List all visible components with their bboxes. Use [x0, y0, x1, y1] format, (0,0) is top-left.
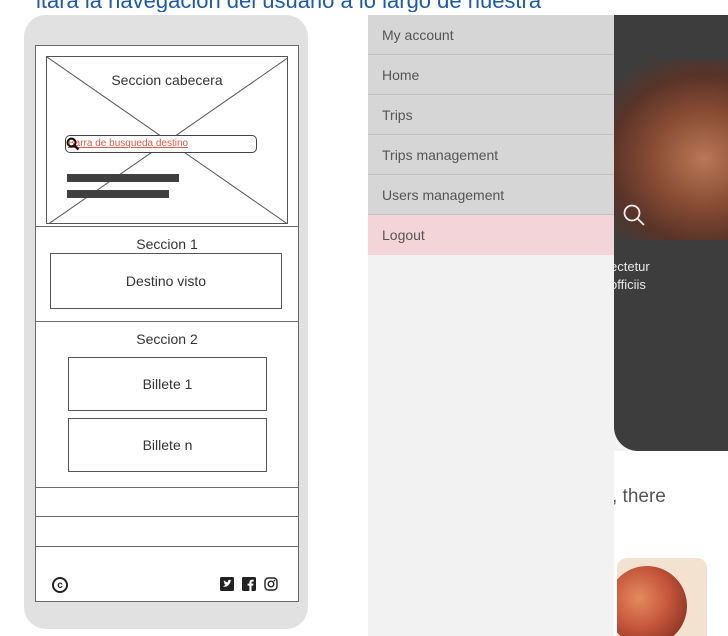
search-icon[interactable] — [66, 137, 80, 151]
instagram-icon[interactable] — [264, 577, 278, 591]
hero-banner: ectetur officiis — [614, 15, 728, 451]
top-caption: itará la navegación del usuario a lo lar… — [0, 0, 728, 12]
menu-item-logout[interactable]: Logout — [368, 215, 614, 255]
menu-item-trips-management[interactable]: Trips management — [368, 135, 614, 175]
divider — [36, 226, 298, 227]
wireframe-screen: Seccion cabecera Barra de busqueda desti… — [35, 45, 299, 602]
wireframe-header-section: Seccion cabecera Barra de busqueda desti… — [46, 56, 288, 224]
screenshot-root: itará la navegación del usuario a lo lar… — [0, 0, 728, 636]
mars-image — [617, 566, 687, 636]
menu-item-home[interactable]: Home — [368, 55, 614, 95]
divider — [36, 321, 298, 322]
search-icon[interactable] — [622, 203, 646, 227]
destination-card[interactable] — [617, 558, 707, 636]
section1-title: Seccion 1 — [136, 236, 198, 252]
twitter-icon[interactable] — [220, 577, 234, 591]
header-section-title: Seccion cabecera — [111, 72, 223, 88]
menu-item-users-management[interactable]: Users management — [368, 175, 614, 215]
side-menu: My account Home Trips Trips management U… — [368, 15, 614, 636]
destination-search-bar[interactable]: Barra de busqueda destino — [65, 135, 257, 153]
text-placeholder-bar — [67, 190, 169, 198]
destination-search-placeholder: Barra de busqueda destino — [68, 138, 189, 149]
content-area: , there — [612, 451, 728, 636]
menu-item-my-account[interactable]: My account — [368, 15, 614, 55]
hero-text-line: ectetur — [614, 259, 650, 274]
section2-title: Seccion 2 — [136, 331, 198, 347]
ticket-card-last[interactable]: Billete n — [68, 418, 267, 472]
text-placeholder-bar — [67, 174, 179, 182]
divider — [36, 546, 298, 547]
seen-destination-box[interactable]: Destino visto — [50, 253, 282, 309]
divider — [36, 487, 298, 488]
hero-text-line: officiis — [614, 277, 646, 292]
menu-item-trips[interactable]: Trips — [368, 95, 614, 135]
copyright-icon: c — [52, 577, 68, 593]
app-mockup: ectetur officiis , there My account Home… — [368, 15, 728, 636]
divider — [36, 516, 298, 517]
facebook-icon[interactable] — [242, 577, 256, 591]
ticket-card-first[interactable]: Billete 1 — [68, 357, 267, 411]
intro-text: , there — [612, 486, 666, 507]
